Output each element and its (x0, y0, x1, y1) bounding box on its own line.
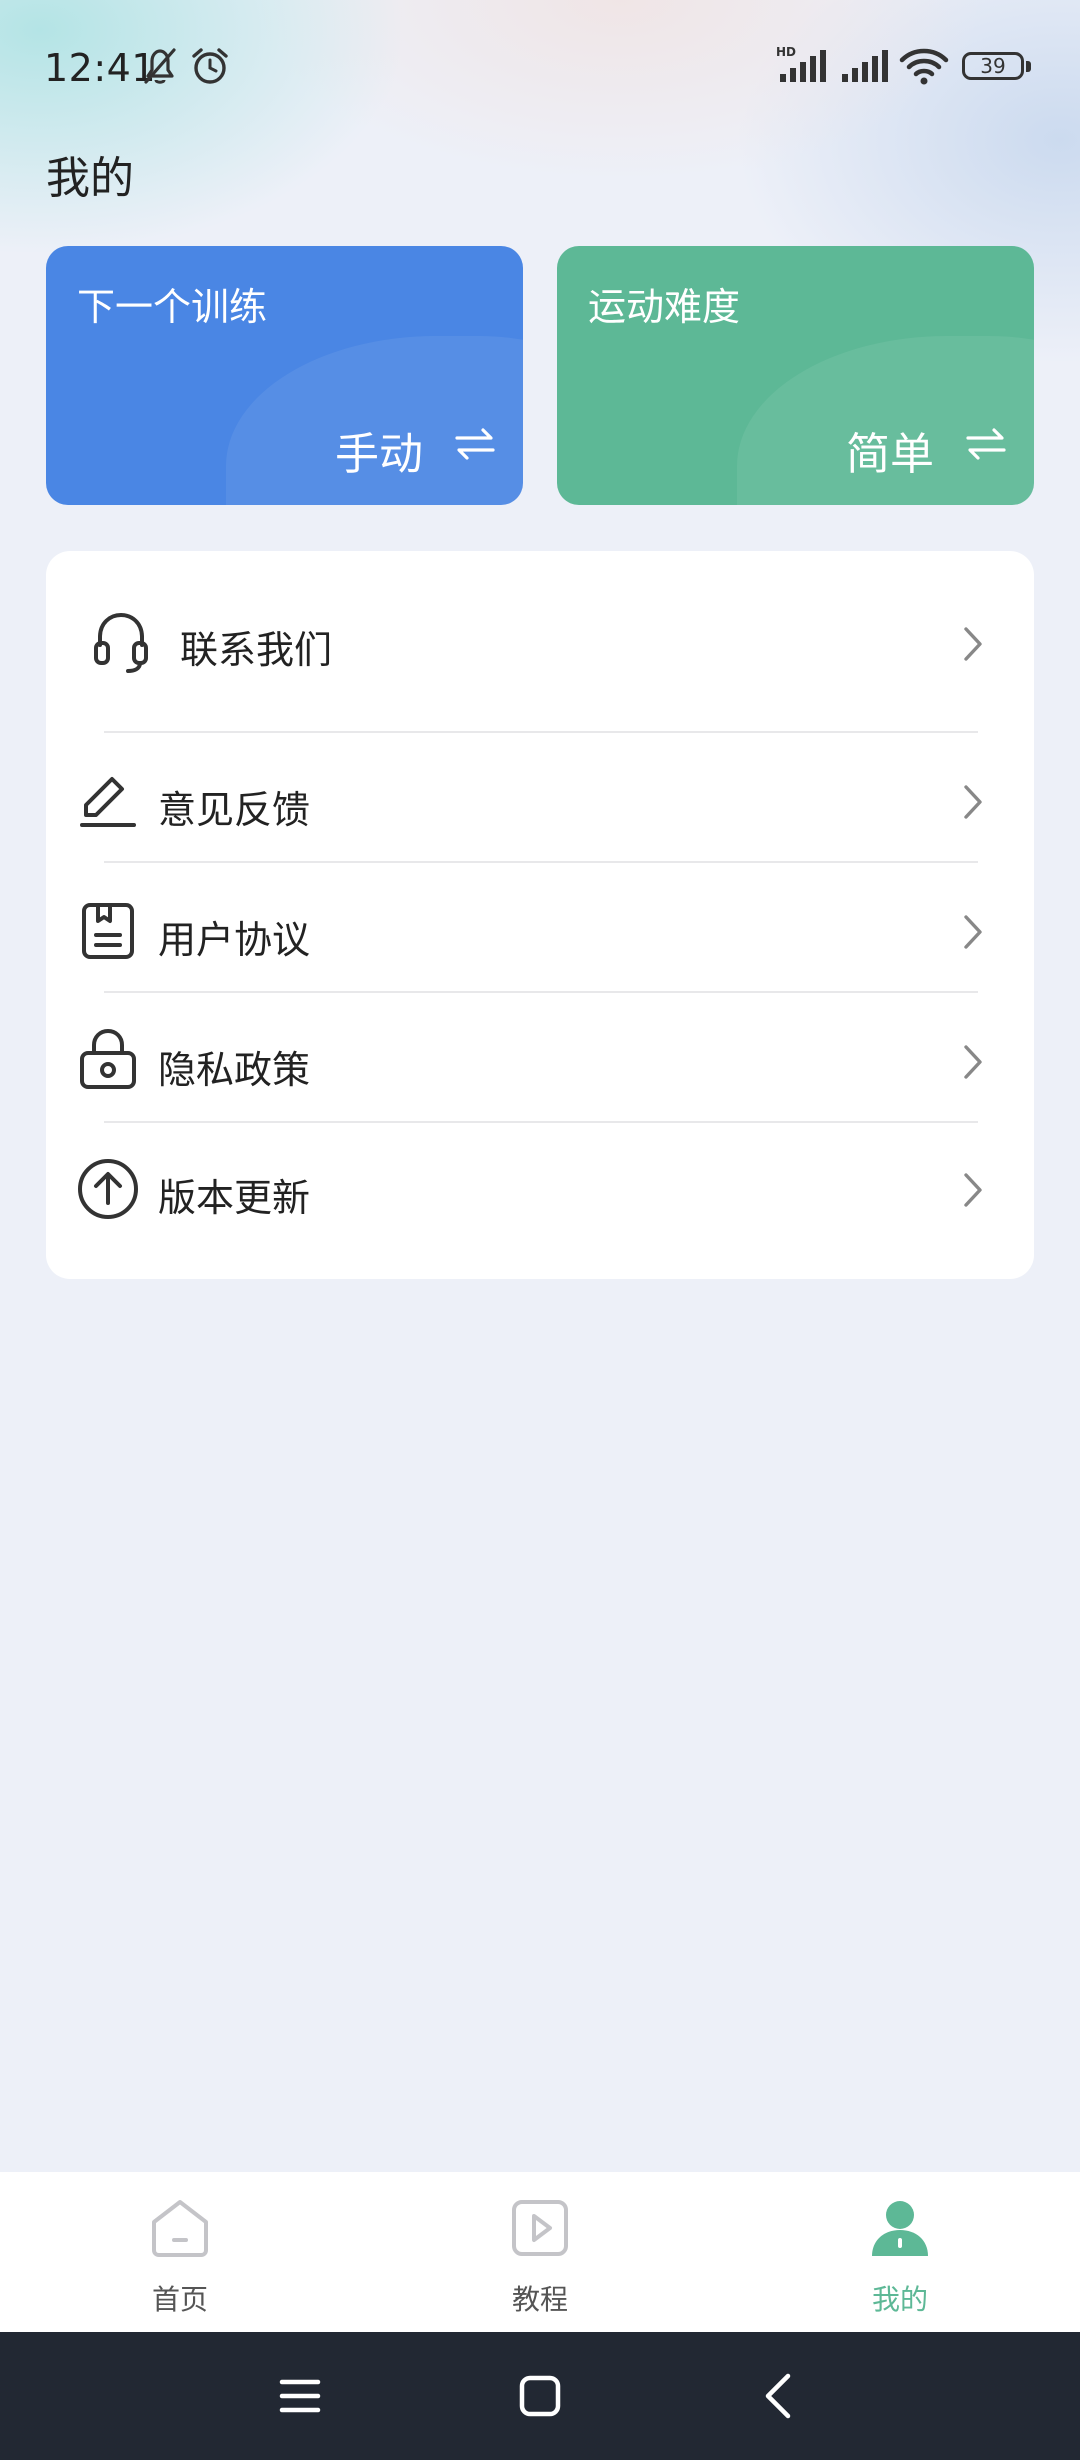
chevron-right-icon (964, 785, 982, 819)
menu-item-feedback[interactable]: 意见反馈 (46, 741, 1034, 861)
chevron-right-icon (964, 1173, 982, 1207)
nav-label: 我的 (871, 2283, 928, 2316)
settings-menu: 联系我们 意见反馈 用户协议 隐私政策 版本更新 (46, 551, 1034, 1279)
status-bar: 12:41 HD 39 (0, 0, 1080, 135)
hd-signal-icon: HD (776, 45, 826, 82)
difficulty-card[interactable]: 运动难度 简单 (557, 246, 1034, 505)
menu-label: 联系我们 (180, 628, 333, 672)
menu-icon[interactable] (270, 2366, 330, 2426)
pencil-icon (80, 777, 136, 827)
home-icon (152, 2200, 208, 2257)
next-training-card[interactable]: 下一个训练 手动 (46, 246, 523, 505)
swap-icon[interactable] (964, 422, 1008, 466)
nav-item-tutorial[interactable]: 教程 (440, 2172, 640, 2332)
headset-icon (94, 612, 148, 673)
back-icon[interactable] (750, 2366, 810, 2426)
wifi-icon (899, 48, 949, 85)
menu-divider (104, 991, 978, 993)
menu-item-contact[interactable]: 联系我们 (46, 587, 1034, 697)
card-title: 下一个训练 (77, 285, 268, 329)
signal-icon (842, 50, 888, 82)
alarm-icon (192, 48, 228, 84)
card-value: 简单 (846, 429, 934, 480)
menu-divider (104, 861, 978, 863)
chevron-right-icon (964, 915, 982, 949)
user-icon (872, 2201, 928, 2256)
menu-label: 隐私政策 (158, 1048, 311, 1092)
nav-item-home[interactable]: 首页 (80, 2172, 280, 2332)
battery-level: 39 (980, 54, 1006, 78)
menu-item-user-agreement[interactable]: 用户协议 (46, 871, 1034, 991)
page-title: 我的 (46, 153, 134, 204)
menu-item-privacy-policy[interactable]: 隐私政策 (46, 1001, 1034, 1121)
svg-text:HD: HD (776, 45, 796, 59)
menu-label: 意见反馈 (158, 788, 311, 832)
chevron-right-icon (964, 1045, 982, 1079)
menu-item-version-update[interactable]: 版本更新 (46, 1131, 1034, 1251)
chevron-right-icon (964, 627, 982, 661)
document-icon (82, 903, 134, 959)
upload-icon (78, 1159, 138, 1219)
lock-icon (80, 1028, 136, 1089)
system-navigation-bar (0, 2332, 1080, 2460)
bell-off-icon (144, 48, 176, 84)
nav-label: 教程 (511, 2283, 568, 2316)
play-icon (512, 2200, 568, 2256)
bottom-navigation: 首页 教程 我的 (0, 2172, 1080, 2332)
battery-icon: 39 (962, 52, 1024, 80)
nav-item-mine[interactable]: 我的 (800, 2172, 1000, 2332)
menu-label: 用户协议 (158, 918, 311, 962)
menu-label: 版本更新 (158, 1176, 311, 1220)
card-value: 手动 (335, 429, 423, 480)
home-square-icon[interactable] (510, 2366, 570, 2426)
swap-icon[interactable] (453, 422, 497, 466)
battery-tip (1026, 61, 1031, 72)
card-title: 运动难度 (588, 285, 741, 329)
menu-divider (104, 731, 978, 733)
nav-label: 首页 (151, 2283, 208, 2316)
menu-divider (104, 1121, 978, 1123)
